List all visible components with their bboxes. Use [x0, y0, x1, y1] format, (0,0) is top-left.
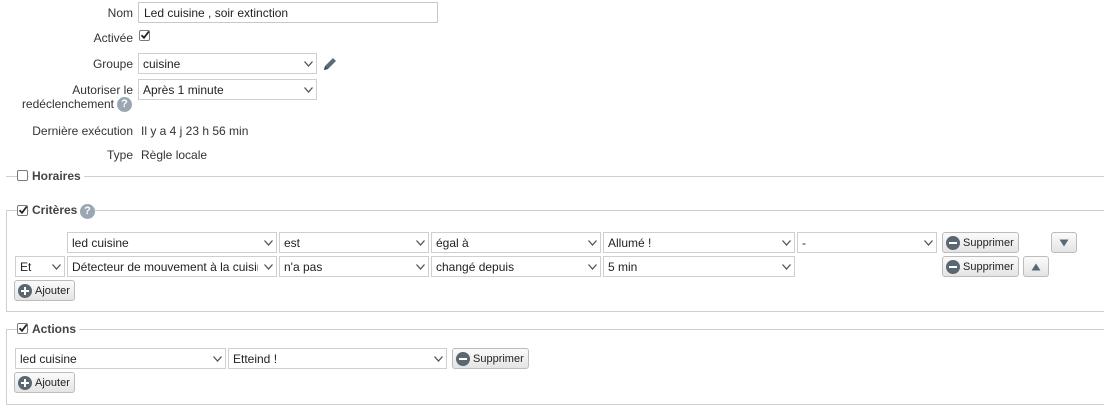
critere-1-extra-select[interactable]: -	[797, 232, 937, 253]
critere-1-delete-label: Supprimer	[963, 236, 1014, 249]
chevron-down-icon	[778, 257, 794, 276]
chevron-down-icon	[260, 233, 276, 252]
critere-2-delete-button[interactable]: Supprimer	[942, 256, 1019, 277]
critere-2-verb-select[interactable]: n'a pas	[279, 256, 429, 277]
type-label: Type	[106, 148, 133, 162]
nom-label: Nom	[107, 6, 133, 20]
criteres-add-button[interactable]: Ajouter	[14, 280, 75, 301]
critere-2-operator-value: changé depuis	[436, 260, 515, 274]
autoriser-select-value: Après 1 minute	[143, 83, 224, 97]
chevron-down-icon	[920, 233, 936, 252]
critere-2-move-up-button[interactable]	[1023, 256, 1049, 277]
actions-title: Actions	[29, 322, 80, 336]
criteres-checkbox[interactable]	[17, 205, 28, 216]
pencil-icon[interactable]	[321, 55, 339, 73]
critere-1-device-value: led cuisine	[72, 236, 129, 250]
activee-checkbox[interactable]	[139, 30, 150, 41]
horaires-checkbox[interactable]	[17, 170, 28, 181]
action-1-device-value: led cuisine	[20, 352, 77, 366]
critere-1-operator-value: égal à	[436, 236, 469, 250]
actions-add-label: Ajouter	[35, 376, 70, 389]
critere-1-value-select[interactable]: Allumé !	[603, 232, 795, 253]
chevron-down-icon	[209, 349, 225, 368]
checkmark-icon	[18, 205, 28, 215]
triangle-down-icon	[1059, 239, 1069, 246]
groupe-label: Groupe	[92, 57, 133, 71]
autoriser-label-line2: redéclenchement	[21, 97, 114, 111]
type-value: Règle locale	[141, 148, 208, 162]
chevron-down-icon	[778, 233, 794, 252]
checkmark-icon	[18, 323, 28, 333]
minus-circle-icon	[456, 351, 470, 366]
minus-circle-icon	[946, 235, 960, 250]
horaires-divider	[6, 176, 1104, 177]
chevron-down-icon	[430, 349, 446, 368]
horaires-title: Horaires	[29, 169, 84, 183]
chevron-down-icon	[300, 80, 316, 99]
critere-1-device-select[interactable]: led cuisine	[67, 232, 277, 253]
checkmark-icon	[140, 30, 150, 40]
critere-1-extra-value: -	[802, 236, 806, 250]
action-1-delete-button[interactable]: Supprimer	[452, 348, 529, 369]
autoriser-select[interactable]: Après 1 minute	[138, 79, 317, 100]
critere-2-connector-select[interactable]: Et	[15, 256, 65, 277]
critere-1-delete-button[interactable]: Supprimer	[942, 232, 1019, 253]
activee-label: Activée	[93, 31, 133, 45]
groupe-select-value: cuisine	[143, 57, 181, 71]
action-1-action-value: Etteind !	[233, 352, 278, 366]
critere-1-move-down-button[interactable]	[1051, 232, 1077, 253]
critere-2-value-value: 5 min	[608, 260, 638, 274]
triangle-up-icon	[1031, 263, 1041, 270]
critere-2-connector-value: Et	[20, 260, 32, 274]
criteres-add-label: Ajouter	[35, 284, 70, 297]
chevron-down-icon	[260, 257, 276, 276]
action-1-action-select[interactable]: Etteind !	[228, 348, 447, 369]
chevron-down-icon	[584, 257, 600, 276]
derniere-value: Il y a 4 j 23 h 56 min	[141, 124, 249, 138]
question-icon[interactable]: ?	[80, 204, 95, 219]
critere-2-verb-value: n'a pas	[284, 260, 323, 274]
criteres-title: Critères	[29, 203, 81, 217]
nom-input[interactable]	[138, 2, 438, 23]
critere-1-operator-select[interactable]: égal à	[431, 232, 601, 253]
plus-circle-icon	[18, 375, 32, 390]
actions-add-button[interactable]: Ajouter	[14, 372, 75, 393]
question-icon[interactable]: ?	[117, 97, 132, 112]
critere-2-operator-select[interactable]: changé depuis	[431, 256, 601, 277]
critere-1-value-value: Allumé !	[608, 236, 652, 250]
chevron-down-icon	[300, 54, 316, 73]
critere-2-value-select[interactable]: 5 min	[603, 256, 795, 277]
critere-2-delete-label: Supprimer	[963, 260, 1014, 273]
derniere-label: Dernière exécution	[32, 124, 133, 138]
critere-2-device-value: Détecteur de mouvement à la cuisine	[72, 260, 258, 274]
plus-circle-icon	[18, 283, 32, 298]
chevron-down-icon	[584, 233, 600, 252]
chevron-down-icon	[412, 233, 428, 252]
groupe-select[interactable]: cuisine	[138, 53, 317, 74]
minus-circle-icon	[946, 259, 960, 274]
actions-checkbox[interactable]	[17, 323, 28, 334]
action-1-delete-label: Supprimer	[473, 352, 524, 365]
action-1-device-select[interactable]: led cuisine	[15, 348, 226, 369]
chevron-down-icon	[48, 257, 64, 276]
critere-1-verb-value: est	[284, 236, 301, 250]
chevron-down-icon	[412, 257, 428, 276]
critere-1-verb-select[interactable]: est	[279, 232, 429, 253]
critere-2-device-select[interactable]: Détecteur de mouvement à la cuisine	[67, 256, 277, 277]
autoriser-label-line1: Autoriser le	[72, 83, 133, 97]
